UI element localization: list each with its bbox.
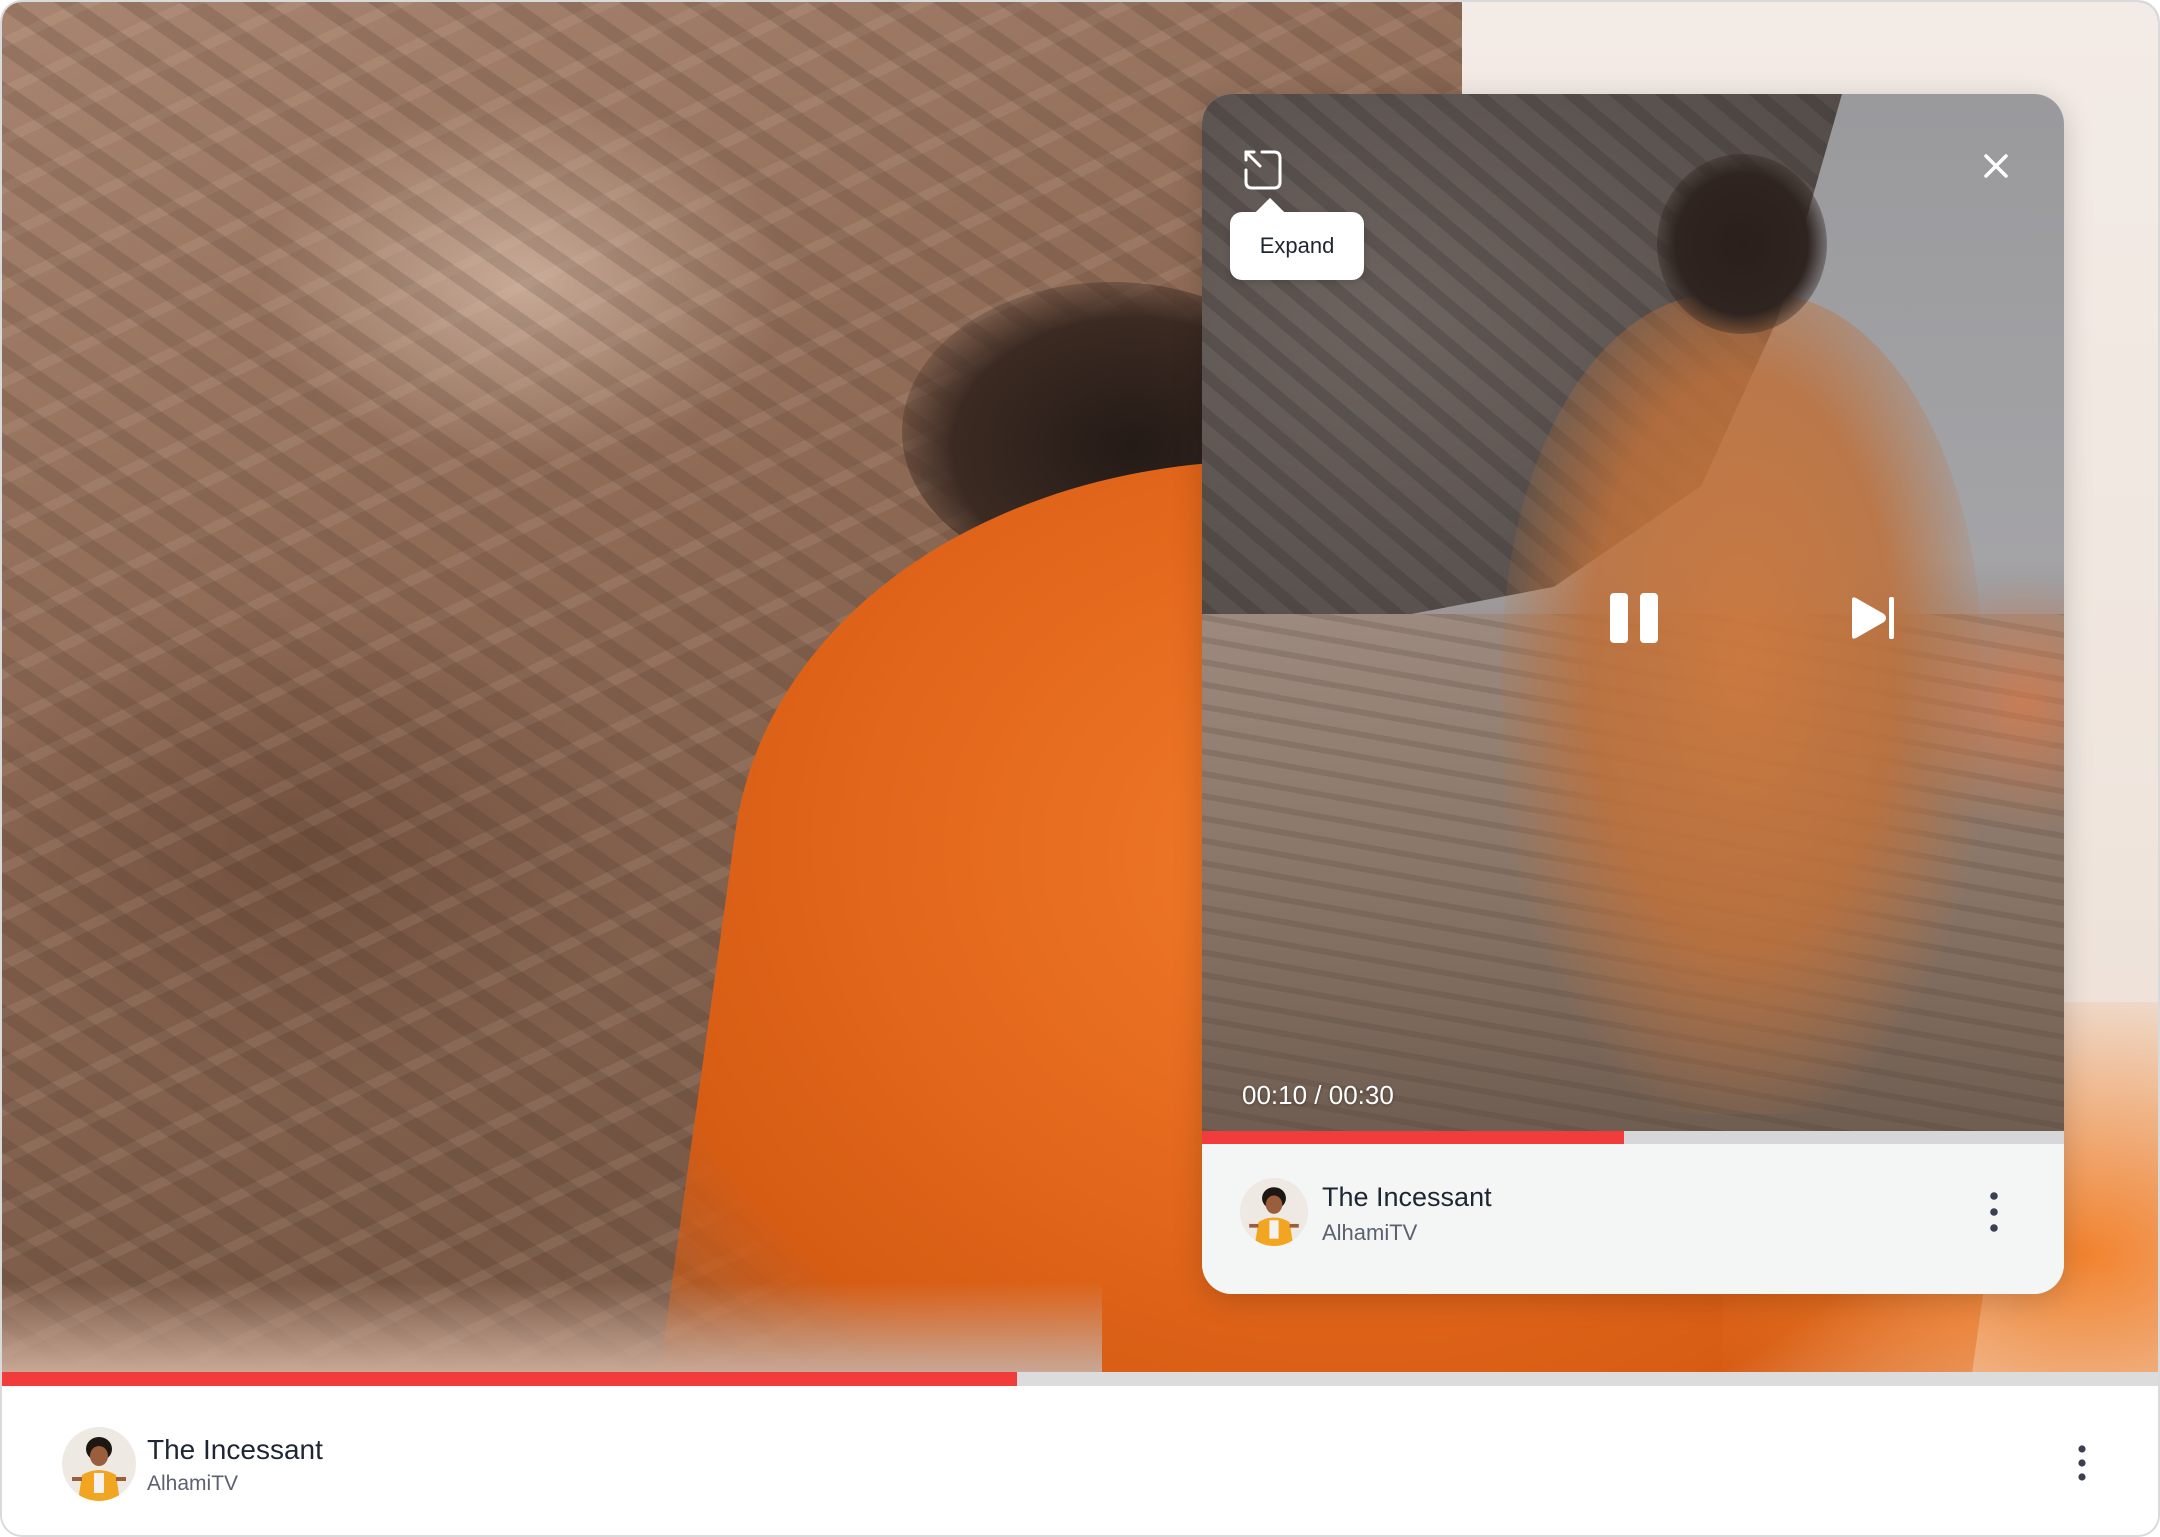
close-icon[interactable] xyxy=(1976,146,2016,186)
mini-player: Expand 00:10 / 00:30 The Incessant Alham… xyxy=(1202,94,2064,1294)
mini-video[interactable]: Expand 00:10 / 00:30 xyxy=(1202,94,2064,1131)
video-frame-haze xyxy=(1904,574,2064,834)
channel-avatar[interactable] xyxy=(62,1427,136,1501)
channel-name[interactable]: AlhamiTV xyxy=(147,1472,238,1496)
skip-next-icon[interactable] xyxy=(1848,594,1898,642)
video-title[interactable]: The Incessant xyxy=(1322,1182,1492,1213)
playback-time: 00:10 / 00:30 xyxy=(1242,1080,1394,1110)
mini-progress-fill xyxy=(1202,1131,1625,1144)
expand-icon[interactable] xyxy=(1238,144,1288,194)
video-title[interactable]: The Incessant xyxy=(147,1434,323,1466)
more-vertical-icon[interactable] xyxy=(2066,1438,2098,1488)
video-frame-head xyxy=(1657,154,1827,334)
channel-avatar[interactable] xyxy=(1240,1178,1308,1246)
pause-icon[interactable] xyxy=(1608,590,1660,646)
main-video-info: The Incessant AlhamiTV xyxy=(2,1386,2158,1535)
channel-name[interactable]: AlhamiTV xyxy=(1322,1220,1417,1246)
tooltip-label: Expand xyxy=(1259,233,1335,258)
video-frame-ground xyxy=(2,1282,1102,1372)
main-progress-bar[interactable] xyxy=(2,1372,2158,1386)
main-progress-fill xyxy=(2,1372,1018,1386)
video-player-window: The Incessant AlhamiTV Expand 00:10 / 00… xyxy=(0,0,2160,1537)
expand-tooltip: Expand xyxy=(1230,212,1364,280)
mini-video-info: The Incessant AlhamiTV xyxy=(1202,1144,2064,1294)
mini-progress-bar[interactable] xyxy=(1202,1131,2064,1144)
more-vertical-icon[interactable] xyxy=(1978,1184,2010,1240)
